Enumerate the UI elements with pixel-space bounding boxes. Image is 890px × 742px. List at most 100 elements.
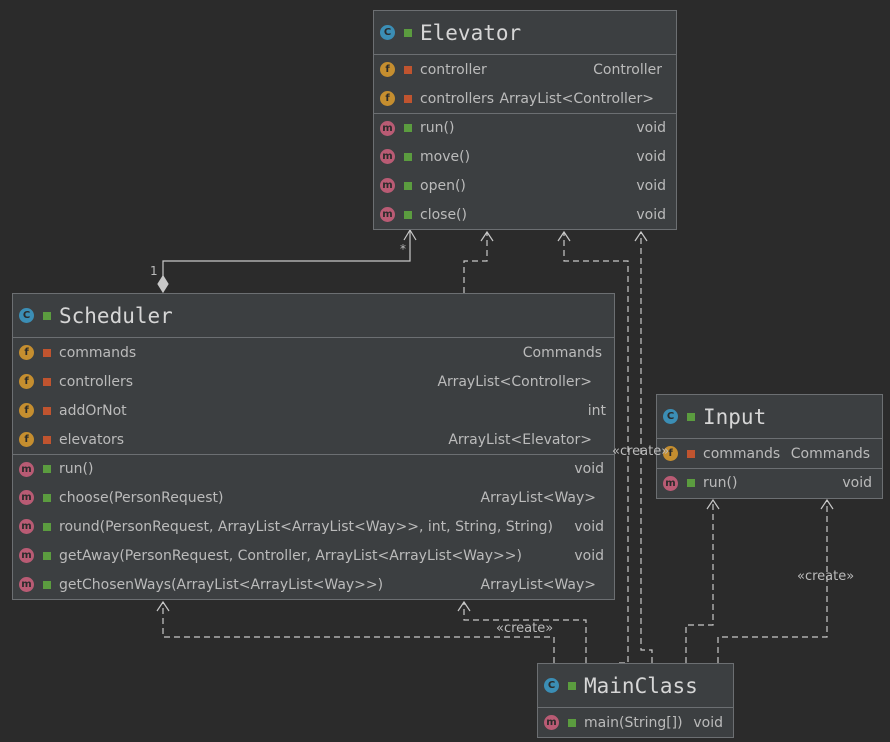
class-header: C Scheduler	[13, 294, 614, 338]
field-type: ArrayList<Controller>	[499, 90, 654, 107]
method-return-type: void	[574, 518, 604, 535]
method-row[interactable]: m open() void	[374, 171, 676, 200]
public-lock-icon	[687, 412, 695, 421]
create-label: «create»	[496, 621, 554, 636]
method-name: main(String[])	[584, 714, 683, 731]
method-icon: m	[19, 490, 34, 505]
field-name: commands	[59, 344, 137, 361]
method-row[interactable]: m choose(PersonRequest) ArrayList<Way>	[13, 483, 614, 512]
private-lock-icon	[404, 94, 412, 103]
method-name: run()	[59, 461, 94, 477]
public-lock-icon	[43, 493, 51, 502]
class-elevator[interactable]: C Elevator f controller Controller f con…	[373, 10, 677, 230]
field-name: controllers	[420, 90, 495, 107]
dep-scheduler-elevator	[463, 232, 488, 293]
field-type: ArrayList<Controller>	[437, 373, 592, 390]
public-lock-icon	[404, 210, 412, 219]
field-row[interactable]: f addOrNot int	[13, 396, 614, 425]
method-icon: m	[380, 149, 395, 164]
class-header: C Input	[657, 395, 882, 439]
field-row[interactable]: f controllers ArrayList<Controller>	[374, 84, 676, 113]
field-type: Controller	[593, 61, 662, 78]
private-lock-icon	[43, 377, 51, 386]
field-name: commands	[703, 445, 781, 462]
method-return-type: void	[636, 177, 666, 194]
field-name: controller	[420, 61, 487, 78]
method-icon: m	[19, 461, 34, 477]
field-row[interactable]: f elevators ArrayList<Elevator>	[13, 425, 614, 454]
method-name: move()	[420, 148, 471, 165]
field-icon: f	[19, 403, 34, 418]
public-lock-icon	[687, 479, 695, 487]
field-icon: f	[19, 345, 34, 360]
private-lock-icon	[404, 65, 412, 74]
field-row[interactable]: f controller Controller	[374, 55, 676, 84]
class-name: Scheduler	[59, 303, 173, 328]
method-icon: m	[544, 715, 559, 730]
class-icon: C	[663, 409, 678, 424]
class-name: Input	[703, 404, 767, 429]
method-name: run()	[420, 120, 455, 136]
method-name: choose(PersonRequest)	[59, 489, 224, 506]
method-name: getChosenWays(ArrayList<ArrayList<Way>>)	[59, 576, 384, 593]
method-return-type: ArrayList<Way>	[480, 489, 596, 506]
class-header: C Elevator	[374, 11, 676, 55]
method-icon: m	[663, 475, 678, 491]
multiplicity-one: 1	[150, 264, 158, 278]
method-row[interactable]: m close() void	[374, 200, 676, 229]
method-icon: m	[19, 577, 34, 592]
public-lock-icon	[568, 681, 576, 690]
class-icon: C	[19, 308, 34, 323]
method-return-type: void	[636, 120, 666, 136]
field-name: controllers	[59, 373, 134, 390]
field-icon: f	[19, 432, 34, 447]
method-name: getAway(PersonRequest, Controller, Array…	[59, 547, 522, 564]
create-label: «create»	[612, 444, 670, 459]
method-return-type: void	[636, 148, 666, 165]
method-return-type: void	[842, 475, 872, 491]
method-name: open()	[420, 177, 466, 194]
method-row[interactable]: m getAway(PersonRequest, Controller, Arr…	[13, 541, 614, 570]
field-icon: f	[380, 91, 395, 106]
public-lock-icon	[404, 28, 412, 37]
method-row[interactable]: m run() void	[657, 468, 882, 497]
method-name: run()	[703, 475, 738, 491]
field-icon: f	[19, 374, 34, 389]
field-name: addOrNot	[59, 402, 127, 419]
method-row[interactable]: m run() void	[374, 113, 676, 142]
create-label: «create»	[797, 569, 855, 584]
method-name: close()	[420, 206, 467, 223]
field-row[interactable]: f commands Commands	[657, 439, 882, 468]
method-name: round(PersonRequest, ArrayList<ArrayList…	[59, 518, 553, 535]
class-icon: C	[544, 678, 559, 693]
method-return-type: void	[636, 206, 666, 223]
method-return-type: void	[574, 461, 604, 477]
method-return-type: void	[574, 547, 604, 564]
public-lock-icon	[43, 311, 51, 320]
method-row[interactable]: m main(String[]) void	[538, 708, 733, 737]
private-lock-icon	[687, 449, 695, 458]
method-row[interactable]: m round(PersonRequest, ArrayList<ArrayLi…	[13, 512, 614, 541]
class-scheduler[interactable]: C Scheduler f commands Commands f contro…	[12, 293, 615, 600]
method-row[interactable]: m move() void	[374, 142, 676, 171]
class-icon: C	[380, 25, 395, 40]
public-lock-icon	[43, 551, 51, 560]
field-row[interactable]: f controllers ArrayList<Controller>	[13, 367, 614, 396]
method-row[interactable]: m run() void	[13, 454, 614, 483]
field-name: elevators	[59, 431, 125, 448]
public-lock-icon	[43, 465, 51, 473]
method-icon: m	[380, 207, 395, 222]
field-row[interactable]: f commands Commands	[13, 338, 614, 367]
field-type: int	[587, 402, 606, 419]
field-icon: f	[380, 62, 395, 77]
field-type: Commands	[790, 445, 870, 462]
class-header: C MainClass	[538, 664, 733, 708]
method-return-type: void	[693, 714, 723, 731]
composition-line	[162, 230, 411, 282]
class-mainclass[interactable]: C MainClass m main(String[]) void	[537, 663, 734, 738]
method-row[interactable]: m getChosenWays(ArrayList<ArrayList<Way>…	[13, 570, 614, 599]
method-icon: m	[19, 519, 34, 534]
class-input[interactable]: C Input f commands Commands m run() void	[656, 394, 883, 499]
method-icon: m	[380, 120, 395, 136]
class-name: MainClass	[584, 673, 698, 698]
